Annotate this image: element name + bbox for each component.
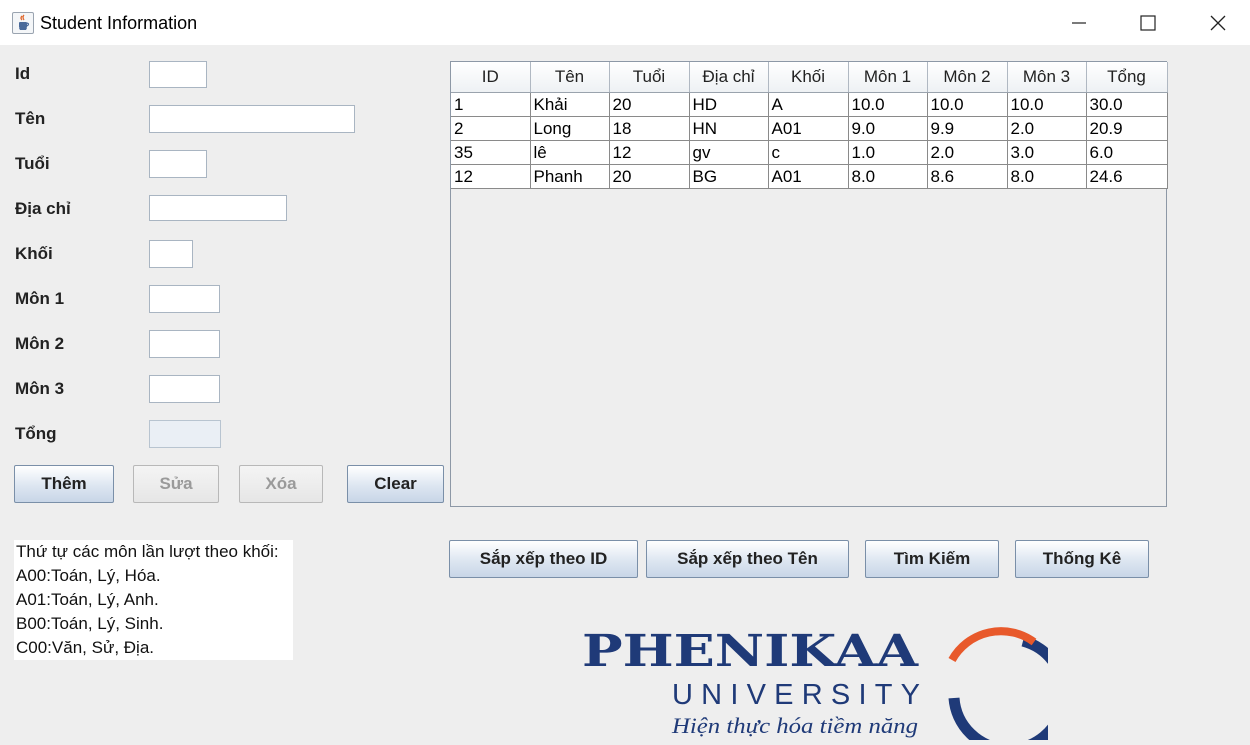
close-button[interactable] (1183, 0, 1250, 45)
tuoi-label: Tuổi (15, 154, 50, 173)
table-cell: 8.6 (927, 164, 1008, 189)
maximize-button[interactable] (1113, 0, 1183, 45)
maximize-icon (1140, 14, 1156, 31)
table-cell: A (768, 92, 849, 117)
mon3-label: Môn 3 (15, 379, 65, 398)
table-cell: 35 (451, 140, 531, 165)
table-cell: A01 (768, 116, 849, 141)
table-cell: 2.0 (1007, 116, 1087, 141)
close-icon (1210, 15, 1226, 30)
table-cell: 20 (609, 164, 690, 189)
note-line: A01:Toán, Lý, Anh. (16, 590, 159, 609)
table-cell: Long (530, 116, 610, 141)
table-cell: 2 (451, 116, 531, 141)
tuoi-field[interactable] (149, 150, 207, 178)
table-cell: 3.0 (1007, 140, 1087, 165)
id-field[interactable] (149, 61, 207, 88)
table-cell: 18 (609, 116, 690, 141)
table-cell: 1.0 (848, 140, 928, 165)
sort-by-name-button[interactable]: Sắp xếp theo Tên (646, 540, 849, 578)
ten-label: Tên (15, 109, 46, 128)
tong-field (149, 420, 221, 448)
clear-button[interactable]: Clear (347, 465, 444, 503)
mon1-field[interactable] (149, 285, 220, 313)
logo-slogan: Hiện thực hóa tiềm năng (671, 713, 918, 738)
col-header-khoi[interactable]: Khối (768, 62, 849, 93)
logo-ring-icon (948, 627, 1070, 745)
table-cell: 10.0 (927, 92, 1008, 117)
table-cell: 20 (609, 92, 690, 117)
ten-field[interactable] (149, 105, 355, 133)
window-title: Student Information (40, 13, 198, 33)
col-header-ten[interactable]: Tên (530, 62, 610, 93)
diachi-label: Địa chỉ (15, 199, 71, 218)
id-label: Id (15, 64, 31, 83)
phenikaa-logo: PHENIKAA UNIVERSITY Hiện thực hóa tiềm n… (578, 616, 1070, 745)
subject-order-note: Thứ tự các môn lần lượt theo khối: A00:T… (14, 540, 293, 660)
table-cell: Khải (530, 92, 610, 117)
note-line: B00:Toán, Lý, Sinh. (16, 614, 164, 633)
col-header-tong[interactable]: Tổng (1086, 62, 1168, 93)
table-cell: BG (689, 164, 769, 189)
mon1-label: Môn 1 (15, 289, 65, 308)
col-header-id[interactable]: ID (451, 62, 531, 93)
sort-by-id-button[interactable]: Sắp xếp theo ID (449, 540, 638, 578)
table-cell: 9.0 (848, 116, 928, 141)
table-cell: 24.6 (1086, 164, 1168, 189)
search-button[interactable]: Tìm Kiếm (865, 540, 999, 578)
logo-name: PHENIKAA (582, 626, 919, 677)
table-cell: Phanh (530, 164, 610, 189)
student-table[interactable]: ID Tên Tuổi Địa chỉ Khối Môn 1 Môn 2 Môn… (450, 61, 1168, 507)
col-header-tuoi[interactable]: Tuổi (609, 62, 690, 93)
table-cell: A01 (768, 164, 849, 189)
title-bar: Student Information (0, 0, 1250, 45)
xoa-button: Xóa (239, 465, 323, 503)
statistics-button[interactable]: Thống Kê (1015, 540, 1149, 578)
table-row[interactable]: 12 Phanh 20 BG A01 8.0 8.6 8.0 24.6 (451, 164, 1168, 189)
table-cell: 12 (609, 140, 690, 165)
table-cell: gv (689, 140, 769, 165)
sua-button: Sửa (133, 465, 219, 503)
table-cell: 12 (451, 164, 531, 189)
col-header-mon2[interactable]: Môn 2 (927, 62, 1008, 93)
minimize-icon (1072, 21, 1086, 24)
table-cell: 10.0 (1007, 92, 1087, 117)
table-cell: 1 (451, 92, 531, 117)
table-row[interactable]: 1 Khải 20 HD A 10.0 10.0 10.0 30.0 (451, 92, 1168, 117)
note-line: C00:Văn, Sử, Địa. (16, 638, 155, 657)
logo-sub: UNIVERSITY (672, 679, 920, 711)
table-cell: 30.0 (1086, 92, 1168, 117)
note-line: Thứ tự các môn lần lượt theo khối: (16, 542, 279, 561)
khoi-field[interactable] (149, 240, 193, 268)
col-header-mon3[interactable]: Môn 3 (1007, 62, 1087, 93)
table-cell: 20.9 (1086, 116, 1168, 141)
table-cell: 9.9 (927, 116, 1008, 141)
note-line: A00:Toán, Lý, Hóa. (16, 566, 161, 585)
col-header-mon1[interactable]: Môn 1 (848, 62, 928, 93)
table-cell: HN (689, 116, 769, 141)
table-header-row: ID Tên Tuổi Địa chỉ Khối Môn 1 Môn 2 Môn… (451, 62, 1168, 93)
them-button[interactable]: Thêm (14, 465, 114, 503)
table-row[interactable]: 35 lê 12 gv c 1.0 2.0 3.0 6.0 (451, 140, 1168, 165)
table-cell: 6.0 (1086, 140, 1168, 165)
col-header-diachi[interactable]: Địa chỉ (689, 62, 769, 93)
mon2-label: Môn 2 (15, 334, 65, 353)
mon3-field[interactable] (149, 375, 220, 403)
diachi-field[interactable] (149, 195, 287, 221)
table-cell: c (768, 140, 849, 165)
minimize-button[interactable] (1044, 0, 1114, 45)
table-cell: 8.0 (848, 164, 928, 189)
table-row[interactable]: 2 Long 18 HN A01 9.0 9.9 2.0 20.9 (451, 116, 1168, 141)
table-cell: 8.0 (1007, 164, 1087, 189)
table-cell: 2.0 (927, 140, 1008, 165)
table-cell: 10.0 (848, 92, 928, 117)
khoi-label: Khối (15, 244, 53, 263)
tong-label: Tổng (15, 424, 57, 443)
table-cell: lê (530, 140, 610, 165)
table-cell: HD (689, 92, 769, 117)
mon2-field[interactable] (149, 330, 220, 358)
java-cup-icon[interactable] (12, 12, 34, 34)
